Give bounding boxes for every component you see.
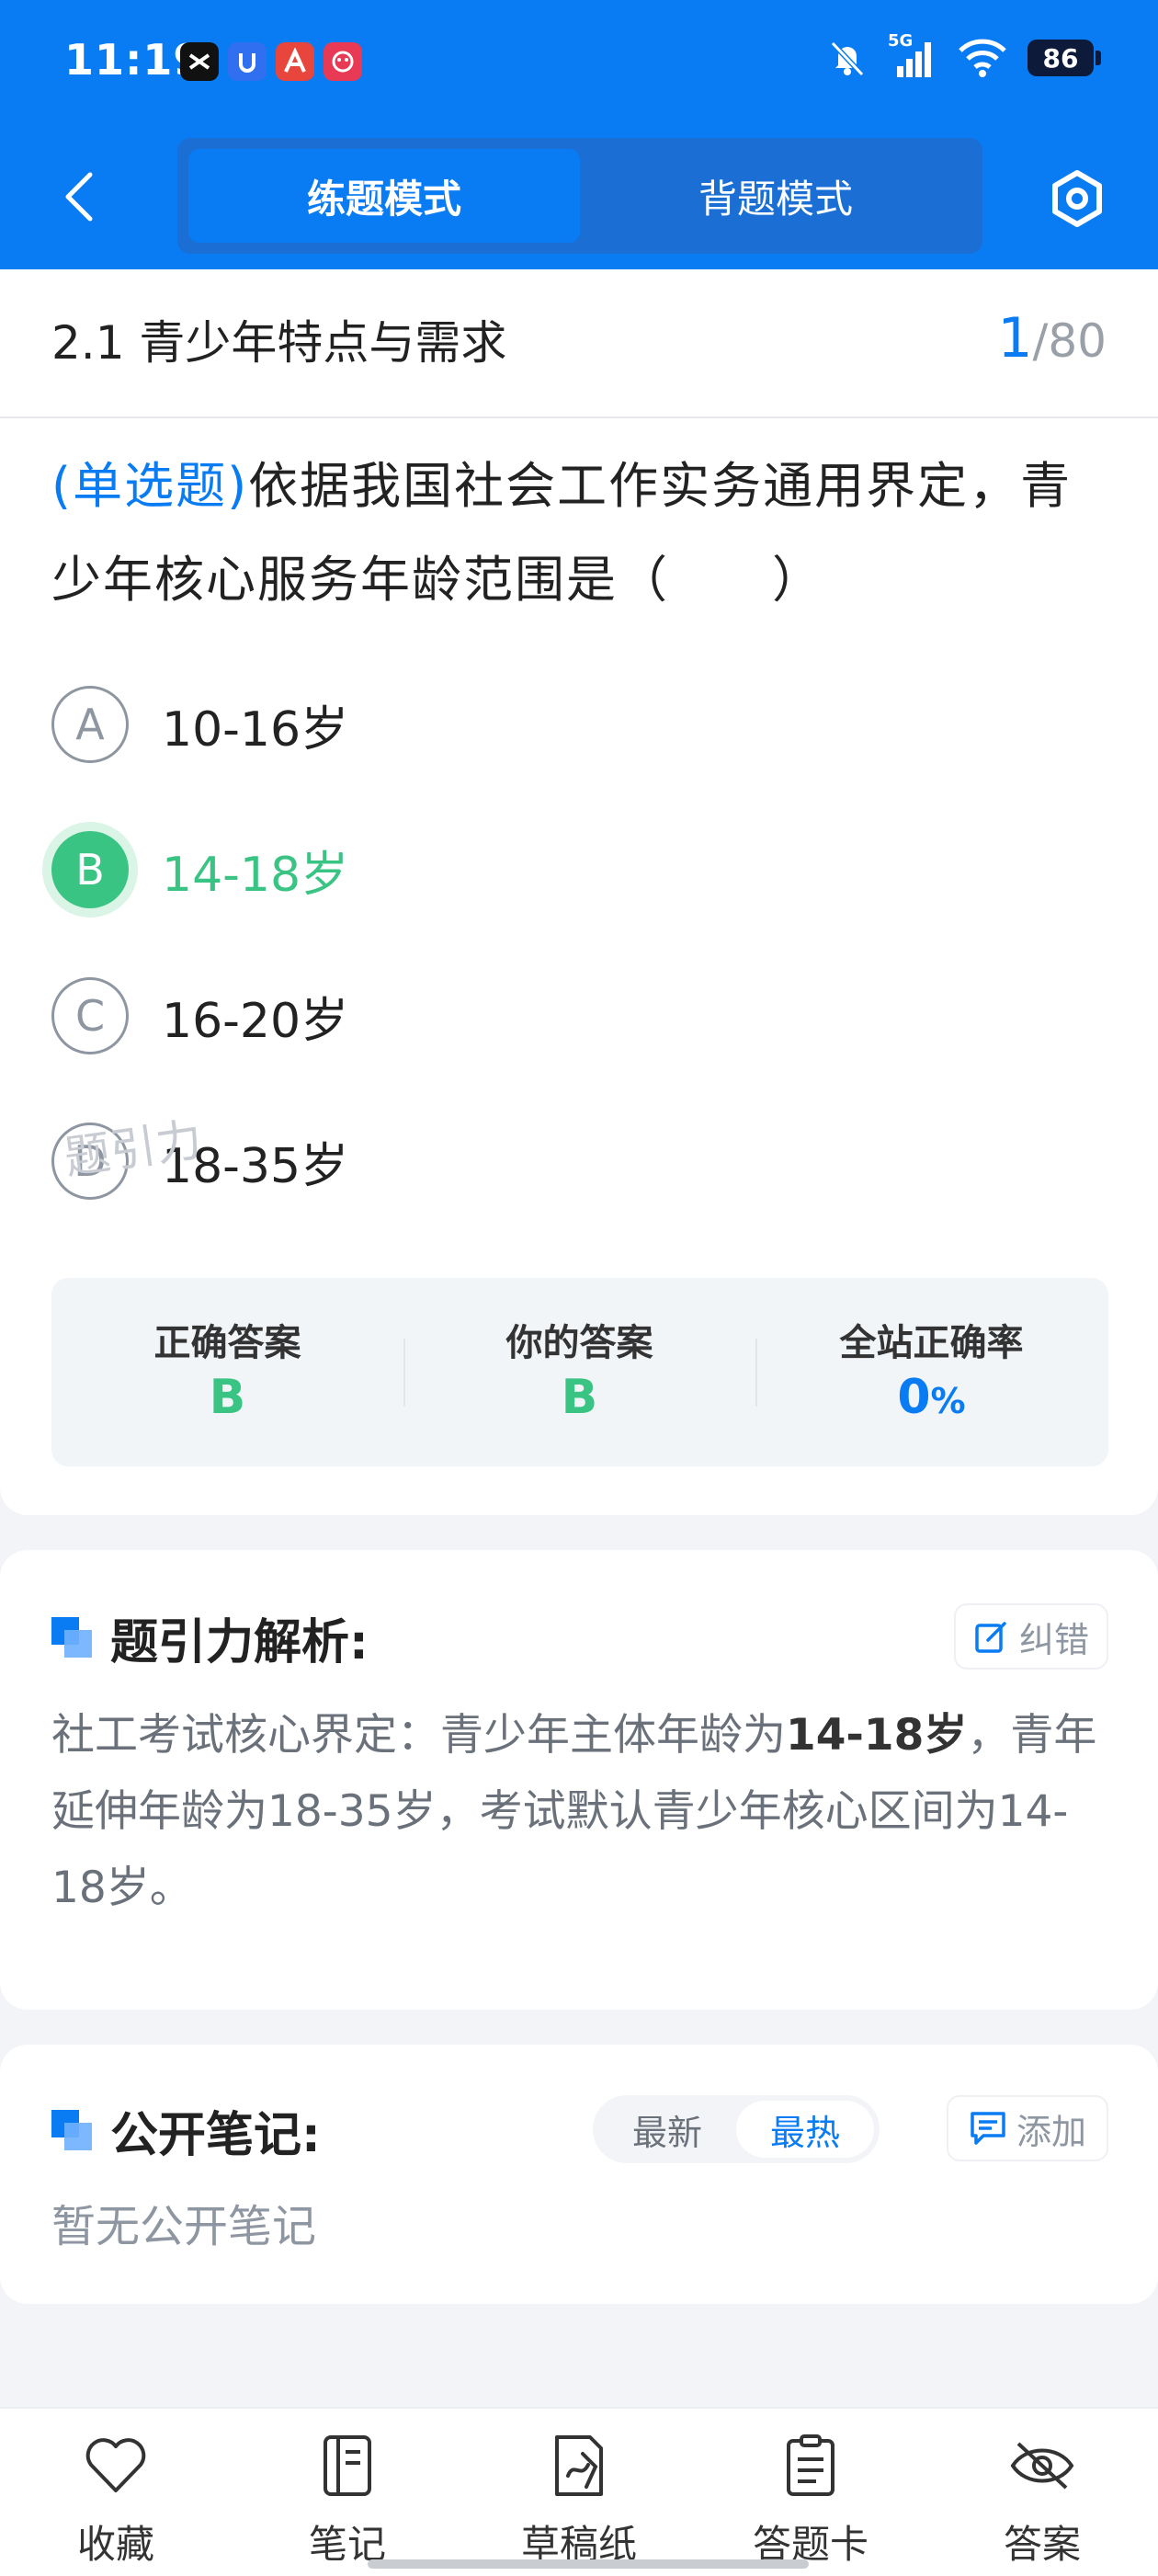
draft-icon <box>555 2435 603 2496</box>
section-square-icon <box>51 1616 94 1659</box>
add-note-button[interactable]: 添加 <box>947 2095 1108 2161</box>
settings-button[interactable] <box>1042 164 1112 234</box>
section-header: 2.1 青少年特点与需求 1/80 <box>0 269 1158 418</box>
empty-notes-message: 暂无公开笔记 <box>51 2201 317 2252</box>
correct-answer-label: 正确答案 <box>153 1322 301 1364</box>
favorite-label: 收藏 <box>76 2522 154 2567</box>
battery-level: 86 <box>1042 42 1079 74</box>
notes-sort-toggle: 最新 最热 <box>593 2095 880 2163</box>
status-bar: 11:19 5G 86 <box>0 0 1158 124</box>
question-stem: (单选题)依据我国社会工作实务通用界定，青少年核心服务年龄范围是（ ） <box>51 439 1108 627</box>
pinduoduo-app-icon <box>324 42 362 81</box>
back-button[interactable] <box>51 162 107 232</box>
accuracy-unit: % <box>930 1381 966 1421</box>
u-app-icon <box>228 42 267 81</box>
option-text: 14-18岁 <box>162 847 349 903</box>
counter-separator: / <box>1032 314 1049 368</box>
edit-icon <box>975 1622 1006 1653</box>
sort-latest[interactable]: 最新 <box>598 2101 736 2158</box>
answer-sheet-icon <box>787 2434 834 2496</box>
eye-off-icon <box>1010 2442 1074 2490</box>
mute-bell-icon <box>830 40 865 77</box>
analysis-header: 题引力解析: <box>51 1603 369 1672</box>
show-answer-button[interactable]: 答案 <box>950 2429 1134 2567</box>
answer-sheet-button[interactable]: 答题卡 <box>719 2429 903 2567</box>
analysis-title: 题引力解析: <box>110 1615 369 1670</box>
correct-answer: 正确答案 B <box>51 1278 403 1466</box>
tab-practice-mode[interactable]: 练题模式 <box>188 149 580 243</box>
option-letter: B <box>51 831 129 908</box>
public-notes-card: 公开笔记: 最新 最热 添加 暂无公开笔记 <box>0 2045 1158 2304</box>
report-error-label: 纠错 <box>1018 1619 1089 1660</box>
option-letter: C <box>51 977 129 1054</box>
draft-paper-button[interactable]: 草稿纸 <box>487 2429 671 2567</box>
show-answer-label: 答案 <box>1003 2522 1081 2567</box>
analysis-text: 社工考试核心界定：青少年主体年龄为14-18岁，青年延伸年龄为18-35岁，考试… <box>51 1697 1108 1926</box>
chevron-left-icon <box>65 172 93 222</box>
notes-button[interactable]: 笔记 <box>255 2429 439 2567</box>
signal-icon: 5G <box>888 31 937 79</box>
bottom-toolbar: 收藏 笔记 草稿纸 答题卡 答案 <box>0 2407 1158 2576</box>
wifi-icon <box>959 39 1006 77</box>
your-answer-label: 你的答案 <box>505 1322 653 1364</box>
option-text: 10-16岁 <box>162 701 349 758</box>
heart-icon <box>85 2438 146 2492</box>
notification-icons <box>180 42 362 81</box>
notebook-icon <box>324 2435 371 2496</box>
question-type-label: (单选题) <box>51 457 249 515</box>
site-accuracy: 全站正确率 0% <box>755 1278 1107 1466</box>
section-title: 2.1 青少年特点与需求 <box>51 316 507 370</box>
question-card: 2.1 青少年特点与需求 1/80 (单选题)依据我国社会工作实务通用界定，青少… <box>0 269 1158 1515</box>
analysis-card: 题引力解析: 纠错 社工考试核心界定：青少年主体年龄为14-18岁，青年延伸年龄… <box>0 1550 1158 2010</box>
option-a[interactable]: A 10-16岁 <box>51 683 348 766</box>
site-accuracy-value: 0% <box>755 1370 1107 1425</box>
tab-memorize-mode[interactable]: 背题模式 <box>580 149 971 243</box>
comment-icon <box>971 2112 1005 2145</box>
battery-indicator: 86 <box>1027 40 1101 76</box>
your-answer-value: B <box>561 1370 598 1425</box>
option-b[interactable]: B 14-18岁 <box>51 828 348 911</box>
gear-icon <box>1052 170 1102 227</box>
accuracy-number: 0 <box>897 1370 931 1425</box>
analysis-highlight: 14-18岁 <box>786 1710 968 1761</box>
analysis-text-part: 社工考试核心界定：青少年主体年龄为 <box>51 1710 786 1761</box>
nav-bar: 练题模式 背题模式 <box>0 138 1158 257</box>
total-question-count: 80 <box>1048 314 1107 368</box>
option-text: 16-20岁 <box>162 993 349 1049</box>
sort-hottest[interactable]: 最热 <box>736 2101 874 2158</box>
favorite-button[interactable]: 收藏 <box>24 2429 208 2567</box>
home-indicator[interactable] <box>368 2559 809 2569</box>
site-accuracy-label: 全站正确率 <box>839 1322 1024 1364</box>
your-answer: 你的答案 B <box>403 1278 755 1466</box>
report-error-button[interactable]: 纠错 <box>954 1603 1108 1670</box>
question-counter[interactable]: 1/80 <box>997 306 1107 370</box>
section-square-icon <box>51 2109 94 2152</box>
option-letter: A <box>51 686 129 763</box>
a-app-icon <box>276 42 314 81</box>
status-indicators: 5G 86 <box>827 31 1101 79</box>
current-question-number: 1 <box>997 306 1033 370</box>
answer-summary: 正确答案 B 你的答案 B 全站正确率 0% <box>51 1278 1108 1466</box>
capcut-app-icon <box>180 42 219 81</box>
notes-title: 公开笔记: <box>110 2108 321 2163</box>
top-bar: 11:19 5G 86 练题模式 背题模式 <box>0 0 1158 269</box>
notes-header: 公开笔记: <box>51 2096 321 2165</box>
correct-answer-value: B <box>209 1370 246 1425</box>
option-c[interactable]: C 16-20岁 <box>51 975 348 1057</box>
add-note-label: 添加 <box>1016 2111 1086 2152</box>
mode-switch: 练题模式 背题模式 <box>177 138 982 254</box>
